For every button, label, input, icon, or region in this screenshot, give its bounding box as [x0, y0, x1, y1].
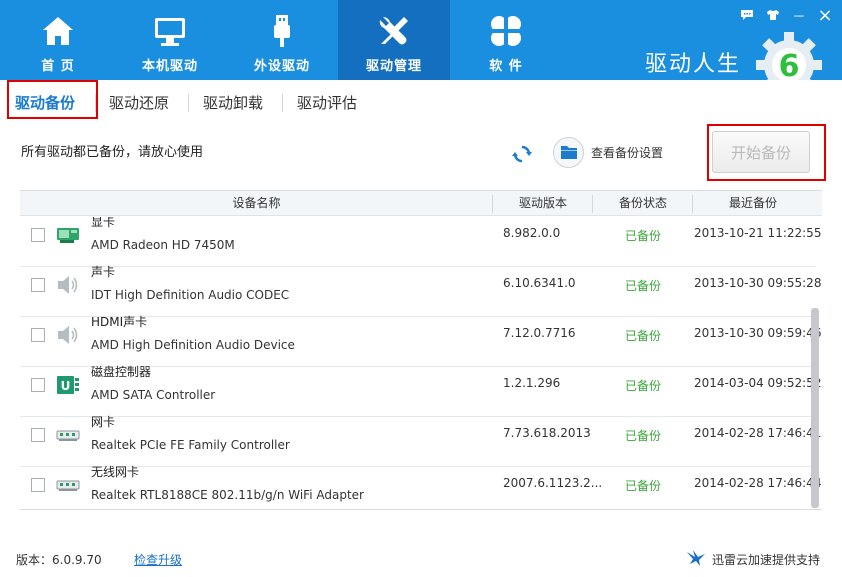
feedback-icon[interactable]	[736, 6, 758, 24]
backup-status: 已备份	[625, 329, 662, 343]
row-checkbox[interactable]	[31, 228, 45, 242]
device-name: AMD High Definition Audio Device	[91, 338, 295, 352]
row-checkbox[interactable]	[31, 428, 45, 442]
network-card-icon	[56, 473, 80, 497]
backup-status: 已备份	[625, 379, 662, 393]
driver-version: 1.2.1.296	[503, 376, 561, 390]
backup-status: 已备份	[625, 229, 662, 243]
monitor-icon	[152, 13, 188, 49]
driver-version: 6.10.6341.0	[503, 276, 576, 290]
tab-driver-uninstall[interactable]: 驱动卸载	[203, 92, 263, 116]
column-header-device[interactable]: 设备名称	[20, 191, 493, 216]
table-body: 显卡 AMD Radeon HD 7450M 8.982.0.0 已备份 201…	[20, 217, 822, 511]
table-header: 设备名称 驱动版本 备份状态 最近备份	[20, 191, 822, 216]
last-backup-time: 2014-02-28 17:46:41	[694, 426, 822, 440]
nav-home[interactable]: 首 页	[2, 0, 114, 80]
subtab-bar: 驱动备份 驱动还原 驱动卸载 驱动评估	[0, 80, 842, 124]
version-label: 版本：6.0.9.70	[16, 553, 102, 567]
top-nav-bar: 首 页 本机驱动 外设驱动 驱动管理 软 件 驱动人生 6 － ×	[0, 0, 842, 98]
last-backup-time: 2013-10-30 09:55:28	[694, 276, 822, 290]
check-upgrade-link[interactable]: 检查升级	[134, 551, 182, 568]
driver-version: 8.982.0.0	[503, 226, 561, 240]
device-category: HDMI声卡	[91, 315, 148, 329]
tab-divider	[188, 94, 189, 112]
tab-driver-restore[interactable]: 驱动还原	[109, 92, 169, 116]
column-header-last-backup[interactable]: 最近备份	[693, 191, 813, 216]
disk-controller-icon: U	[56, 373, 80, 397]
home-icon	[40, 13, 76, 49]
close-button[interactable]: ×	[814, 5, 836, 26]
usb-icon	[264, 13, 300, 49]
row-checkbox[interactable]	[31, 378, 45, 392]
table-row[interactable]: U 磁盘控制器 AMD SATA Controller 1.2.1.296 已备…	[20, 365, 821, 417]
support-text: 迅雷云加速提供支持	[711, 553, 820, 567]
tab-driver-evaluate[interactable]: 驱动评估	[297, 92, 357, 116]
brand-name: 驱动人生	[645, 52, 742, 77]
table-row[interactable]: 显卡 AMD Radeon HD 7450M 8.982.0.0 已备份 201…	[20, 217, 821, 267]
nav-software[interactable]: 软 件	[450, 0, 562, 80]
nav-driver-management[interactable]: 驱动管理	[338, 0, 450, 80]
graphics-card-icon	[56, 223, 80, 247]
row-checkbox[interactable]	[31, 328, 45, 342]
device-category: 声卡	[91, 265, 116, 279]
view-backup-settings-label: 查看备份设置	[591, 145, 664, 160]
nav-peripheral-drivers-label: 外设驱动	[253, 59, 310, 74]
svg-text:U: U	[61, 379, 71, 393]
device-category: 网卡	[91, 415, 116, 429]
column-header-status[interactable]: 备份状态	[593, 191, 693, 216]
support-info: 迅雷云加速提供支持	[686, 549, 820, 570]
last-backup-time: 2014-03-04 09:52:52	[694, 376, 822, 390]
speaker-icon	[56, 273, 80, 297]
backup-status: 已备份	[625, 429, 662, 443]
driver-version: 2007.6.1123.2...	[503, 476, 603, 490]
last-backup-time: 2013-10-30 09:59:46	[694, 326, 822, 340]
table-row[interactable]: 声卡 IDT High Definition Audio CODEC 6.10.…	[20, 265, 821, 317]
backup-status: 已备份	[625, 279, 662, 293]
device-name: IDT High Definition Audio CODEC	[91, 288, 290, 302]
window-controls: － ×	[736, 5, 836, 26]
refresh-icon[interactable]	[511, 143, 533, 165]
row-checkbox[interactable]	[31, 278, 45, 292]
nav-local-drivers-label: 本机驱动	[141, 59, 198, 74]
device-name: Realtek RTL8188CE 802.11b/g/n WiFi Adapt…	[91, 488, 364, 502]
driver-table: 设备名称 驱动版本 备份状态 最近备份 显卡 AMD Radeon HD 745…	[20, 190, 822, 510]
table-row[interactable]: 无线网卡 Realtek RTL8188CE 802.11b/g/n WiFi …	[20, 465, 821, 511]
device-category: 无线网卡	[91, 465, 140, 479]
row-checkbox[interactable]	[31, 478, 45, 492]
nav-software-label: 软 件	[489, 59, 523, 74]
driver-version: 7.12.0.7716	[503, 326, 576, 340]
highlight-box-backup-tab	[7, 80, 98, 119]
last-backup-time: 2013-10-21 11:22:55	[694, 226, 822, 240]
nav-home-label: 首 页	[41, 59, 75, 74]
tab-divider	[282, 94, 283, 112]
highlight-box-start-button	[707, 124, 826, 181]
network-card-icon	[56, 423, 80, 447]
device-name: AMD SATA Controller	[91, 388, 216, 402]
backup-status-message: 所有驱动都已备份，请放心使用	[21, 145, 204, 160]
device-name: Realtek PCIe FE Family Controller	[91, 438, 290, 452]
column-header-version[interactable]: 驱动版本	[493, 191, 593, 216]
device-category: 显卡	[91, 217, 116, 229]
speaker-icon	[56, 323, 80, 347]
nav-driver-management-label: 驱动管理	[365, 59, 422, 74]
apps-icon	[488, 13, 524, 49]
thunder-bird-icon	[686, 549, 706, 570]
minimize-button[interactable]: －	[788, 6, 810, 25]
device-name: AMD Radeon HD 7450M	[91, 238, 235, 252]
nav-local-drivers[interactable]: 本机驱动	[114, 0, 226, 80]
table-scrollbar[interactable]	[811, 308, 819, 508]
device-category: 磁盘控制器	[91, 365, 152, 379]
last-backup-time: 2014-02-28 17:46:44	[694, 476, 822, 490]
nav-peripheral-drivers[interactable]: 外设驱动	[226, 0, 338, 80]
folder-icon	[553, 136, 584, 168]
status-bar: 版本：6.0.9.70 检查升级 迅雷云加速提供支持	[0, 542, 842, 577]
logo-digit: 6	[779, 49, 800, 84]
table-row[interactable]: HDMI声卡 AMD High Definition Audio Device …	[20, 315, 821, 367]
view-backup-settings-button[interactable]: 查看备份设置	[553, 136, 663, 168]
driver-version: 7.73.618.2013	[503, 426, 591, 440]
table-row[interactable]: 网卡 Realtek PCIe FE Family Controller 7.7…	[20, 415, 821, 467]
skin-icon[interactable]	[762, 6, 784, 24]
tools-icon	[376, 13, 412, 49]
backup-status: 已备份	[625, 479, 662, 493]
